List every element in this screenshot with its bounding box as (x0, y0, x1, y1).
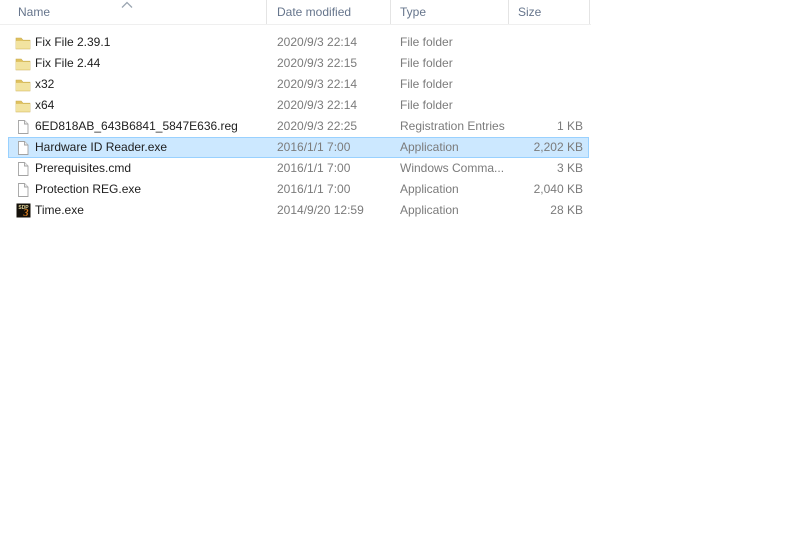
blank-file-icon (15, 161, 31, 177)
file-size-cell: 2,202 KB (533, 140, 583, 154)
file-name-cell: x64 (0, 95, 267, 116)
file-name-cell: Hardware ID Reader.exe (0, 137, 267, 158)
file-date-modified-cell: 2014/9/20 12:59 (277, 203, 364, 217)
file-date-modified-cell: 2020/9/3 22:14 (277, 35, 358, 49)
file-name-label: Protection REG.exe (35, 182, 142, 196)
file-row[interactable]: SDP 3 Time.exe 2014/9/20 12:59 Applicatio… (0, 200, 591, 221)
blank-file-icon (15, 119, 31, 135)
file-name-label: x32 (35, 77, 55, 91)
file-date-modified-cell: 2020/9/3 22:14 (277, 98, 358, 112)
file-name-cell: Protection REG.exe (0, 179, 267, 200)
file-date-modified-cell: 2016/1/1 7:00 (277, 140, 351, 154)
file-row[interactable]: x64 2020/9/3 22:14 File folder (0, 95, 591, 116)
file-type-cell: Registration Entries (400, 119, 505, 133)
file-name-cell: x32 (0, 74, 267, 95)
file-type-cell: Application (400, 203, 459, 217)
column-header-size[interactable]: Size (509, 0, 590, 24)
file-name-cell: 6ED818AB_643B6841_5847E636.reg (0, 116, 267, 137)
blank-file-icon (15, 182, 31, 198)
file-name-label: Fix File 2.39.1 (35, 35, 111, 49)
folder-icon (15, 56, 31, 72)
explorer-file-pane: Name Date modified Type Size Fix File 2.… (0, 0, 800, 536)
file-name-label: Fix File 2.44 (35, 56, 101, 70)
file-name-cell: Fix File 2.39.1 (0, 32, 267, 53)
svg-text:3: 3 (23, 208, 29, 218)
column-header-type[interactable]: Type (391, 0, 509, 24)
column-header-date-modified[interactable]: Date modified (267, 0, 391, 24)
file-name-cell: Prerequisites.cmd (0, 158, 267, 179)
file-size-cell: 2,040 KB (533, 182, 583, 196)
file-name-label: Time.exe (35, 203, 84, 217)
file-row[interactable]: Protection REG.exe 2016/1/1 7:00 Applica… (0, 179, 591, 200)
file-date-modified-cell: 2020/9/3 22:15 (277, 56, 358, 70)
folder-icon (15, 98, 31, 114)
file-row[interactable]: Fix File 2.39.1 2020/9/3 22:14 File fold… (0, 32, 591, 53)
file-type-cell: File folder (400, 77, 453, 91)
file-size-cell (509, 53, 590, 74)
file-name-cell: SDP 3 Time.exe (0, 200, 267, 221)
file-name-label: Prerequisites.cmd (35, 161, 132, 175)
file-row[interactable]: Hardware ID Reader.exe 2016/1/1 7:00 App… (0, 137, 591, 158)
file-list-details-view: Name Date modified Type Size Fix File 2.… (0, 0, 592, 221)
file-type-cell: Windows Comma... (400, 161, 505, 175)
file-size-cell: 28 KB (550, 203, 583, 217)
file-date-modified-cell: 2016/1/1 7:00 (277, 161, 351, 175)
file-name-label: 6ED818AB_643B6841_5847E636.reg (35, 119, 238, 133)
file-date-modified-cell: 2020/9/3 22:14 (277, 77, 358, 91)
file-date-modified-cell: 2020/9/3 22:25 (277, 119, 358, 133)
file-rows-container: Fix File 2.39.1 2020/9/3 22:14 File fold… (0, 32, 592, 221)
sdp3-app-icon: SDP 3 (15, 203, 31, 219)
file-size-cell: 1 KB (556, 119, 583, 133)
column-header-name[interactable]: Name (0, 0, 267, 24)
file-type-cell: Application (400, 182, 459, 196)
file-name-cell: Fix File 2.44 (0, 53, 267, 74)
column-header-name-label: Name (18, 5, 51, 19)
file-size-cell (509, 32, 590, 53)
file-size-cell: 3 KB (556, 161, 583, 175)
column-header-row: Name Date modified Type Size (0, 0, 591, 25)
file-date-modified-cell: 2016/1/1 7:00 (277, 182, 351, 196)
file-row[interactable]: Prerequisites.cmd 2016/1/1 7:00 Windows … (0, 158, 591, 179)
file-size-cell (509, 74, 590, 95)
file-row[interactable]: x32 2020/9/3 22:14 File folder (0, 74, 591, 95)
file-type-cell: Application (400, 140, 459, 154)
folder-icon (15, 35, 31, 51)
blank-file-icon (15, 140, 31, 156)
file-row[interactable]: 6ED818AB_643B6841_5847E636.reg 2020/9/3 … (0, 116, 591, 137)
file-type-cell: File folder (400, 35, 453, 49)
folder-icon (15, 77, 31, 93)
file-name-label: Hardware ID Reader.exe (35, 140, 168, 154)
file-row[interactable]: Fix File 2.44 2020/9/3 22:15 File folder (0, 53, 591, 74)
file-name-label: x64 (35, 98, 55, 112)
chevron-up-icon (121, 1, 133, 8)
file-type-cell: File folder (400, 56, 453, 70)
file-size-cell (509, 95, 590, 116)
file-type-cell: File folder (400, 98, 453, 112)
